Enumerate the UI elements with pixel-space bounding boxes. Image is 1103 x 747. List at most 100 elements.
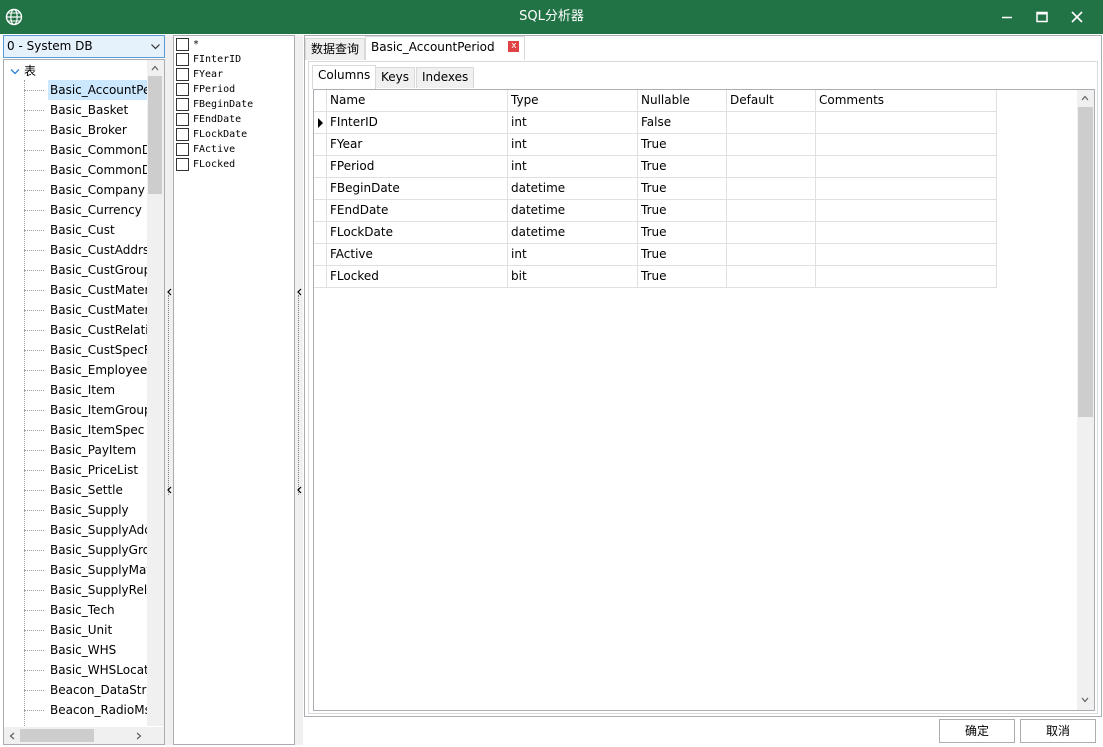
tree-item[interactable]: Basic_CustMateri [24,300,147,320]
close-button[interactable] [1060,0,1094,34]
cell-name[interactable]: FPeriod [327,156,508,178]
tree-item[interactable]: Basic_CustRelatic [24,320,147,340]
tree-item[interactable]: Basic_Basket [24,100,147,120]
scrollbar-thumb[interactable] [148,76,162,194]
columns-grid[interactable]: Name Type Nullable Default Comments FInt… [313,89,1095,711]
column-checkbox-row[interactable]: FLocked [176,157,235,172]
scroll-up-arrow-icon[interactable] [1078,91,1092,105]
tree-item[interactable]: Basic_CustAddrs [24,240,147,260]
close-tab-icon[interactable]: x [508,41,520,52]
cell-type[interactable]: datetime [508,178,638,200]
column-header-nullable[interactable]: Nullable [638,90,727,112]
tree-item[interactable]: Basic_PayItem [24,440,147,460]
tree-item[interactable]: Basic_AccountPer [24,80,147,100]
tree-item[interactable]: Beacon_RadioMs [24,700,147,720]
tree-item[interactable]: Basic_SupplyRela [24,580,147,600]
tree-item[interactable]: Basic_WHS [24,640,147,660]
scroll-down-arrow-icon[interactable] [1078,693,1092,707]
cell-name[interactable]: FLockDate [327,222,508,244]
cell-nullable[interactable]: True [638,178,727,200]
tree-item[interactable]: Basic_Unit [24,620,147,640]
cell-default[interactable] [727,200,816,222]
cell-type[interactable]: bit [508,266,638,288]
cell-name[interactable]: FEndDate [327,200,508,222]
checkbox[interactable] [176,38,189,51]
scroll-up-arrow-icon[interactable] [148,61,162,75]
table-row[interactable]: FPeriod int True [314,156,997,178]
cell-default[interactable] [727,244,816,266]
row-header[interactable] [314,244,327,266]
cell-type[interactable]: datetime [508,200,638,222]
cell-nullable[interactable]: True [638,200,727,222]
row-header[interactable] [314,178,327,200]
cell-name[interactable]: FInterID [327,112,508,134]
tree-item[interactable]: Basic_Supply [24,500,147,520]
cell-type[interactable]: datetime [508,222,638,244]
cell-comments[interactable] [816,178,997,200]
grid-vertical-scrollbar[interactable] [1077,90,1094,710]
cell-default[interactable] [727,222,816,244]
collapse-left-arrow-icon[interactable] [166,287,173,297]
tree-item[interactable]: Basic_WHSLocati [24,660,147,680]
chevron-down-icon[interactable] [10,63,24,81]
tree-item[interactable]: Basic_CustSpecR [24,340,147,360]
tab-keys[interactable]: Keys [375,67,416,88]
scrollbar-thumb[interactable] [1078,107,1093,417]
tree-item[interactable]: Basic_ItemGroup [24,400,147,420]
cell-name[interactable]: FBeginDate [327,178,508,200]
maximize-button[interactable] [1025,0,1059,34]
checkbox[interactable] [176,53,189,66]
row-header[interactable] [314,156,327,178]
cell-comments[interactable] [816,222,997,244]
row-header[interactable] [314,266,327,288]
tab-columns[interactable]: Columns [312,65,377,89]
tree-item[interactable]: Basic_Company [24,180,147,200]
tree-item[interactable]: Basic_Tech [24,600,147,620]
tree-item[interactable]: Basic_SupplyAdd [24,520,147,540]
cell-comments[interactable] [816,266,997,288]
checkbox[interactable] [176,113,189,126]
scroll-right-arrow-icon[interactable] [132,729,146,743]
scrollbar-thumb[interactable] [20,729,94,742]
scroll-left-arrow-icon[interactable] [5,729,19,743]
table-row[interactable]: FEndDate datetime True [314,200,997,222]
cell-nullable[interactable]: True [638,266,727,288]
tab-indexes[interactable]: Indexes [416,67,475,88]
cell-type[interactable]: int [508,134,638,156]
cell-name[interactable]: FYear [327,134,508,156]
checkbox[interactable] [176,68,189,81]
table-row[interactable]: FLocked bit True [314,266,997,288]
column-checkbox-row[interactable]: FInterID [176,52,241,67]
table-row[interactable]: FActive int True [314,244,997,266]
column-checkbox-row[interactable]: * [176,37,199,52]
tree-item[interactable]: Basic_PriceList [24,460,147,480]
tree-item[interactable]: Basic_CommonD [24,140,147,160]
collapse-left-arrow-icon[interactable] [296,485,303,495]
minimize-button[interactable] [990,0,1024,34]
column-header-comments[interactable]: Comments [816,90,997,112]
checkbox[interactable] [176,158,189,171]
cell-type[interactable]: int [508,156,638,178]
column-checkbox-row[interactable]: FBeginDate [176,97,253,112]
tree-root-tables[interactable]: 表 [10,62,36,80]
column-header-type[interactable]: Type [508,90,638,112]
row-header[interactable] [314,134,327,156]
cell-nullable[interactable]: False [638,112,727,134]
column-checkbox-row[interactable]: FEndDate [176,112,241,127]
table-row[interactable]: FYear int True [314,134,997,156]
checkbox[interactable] [176,143,189,156]
tree-horizontal-scrollbar[interactable] [4,727,164,744]
cell-default[interactable] [727,134,816,156]
cell-nullable[interactable]: True [638,222,727,244]
tree-item[interactable]: Basic_CustMateri [24,280,147,300]
tree-item[interactable]: Basic_ItemSpec [24,420,147,440]
cell-comments[interactable] [816,200,997,222]
row-header[interactable] [314,200,327,222]
collapse-left-arrow-icon[interactable] [296,287,303,297]
left-splitter[interactable] [165,35,173,745]
tab-basic-accountperiod[interactable]: Basic_AccountPeriod x [365,36,526,60]
column-header-default[interactable]: Default [727,90,816,112]
row-header[interactable] [314,112,327,134]
cell-nullable[interactable]: True [638,244,727,266]
cell-name[interactable]: FActive [327,244,508,266]
